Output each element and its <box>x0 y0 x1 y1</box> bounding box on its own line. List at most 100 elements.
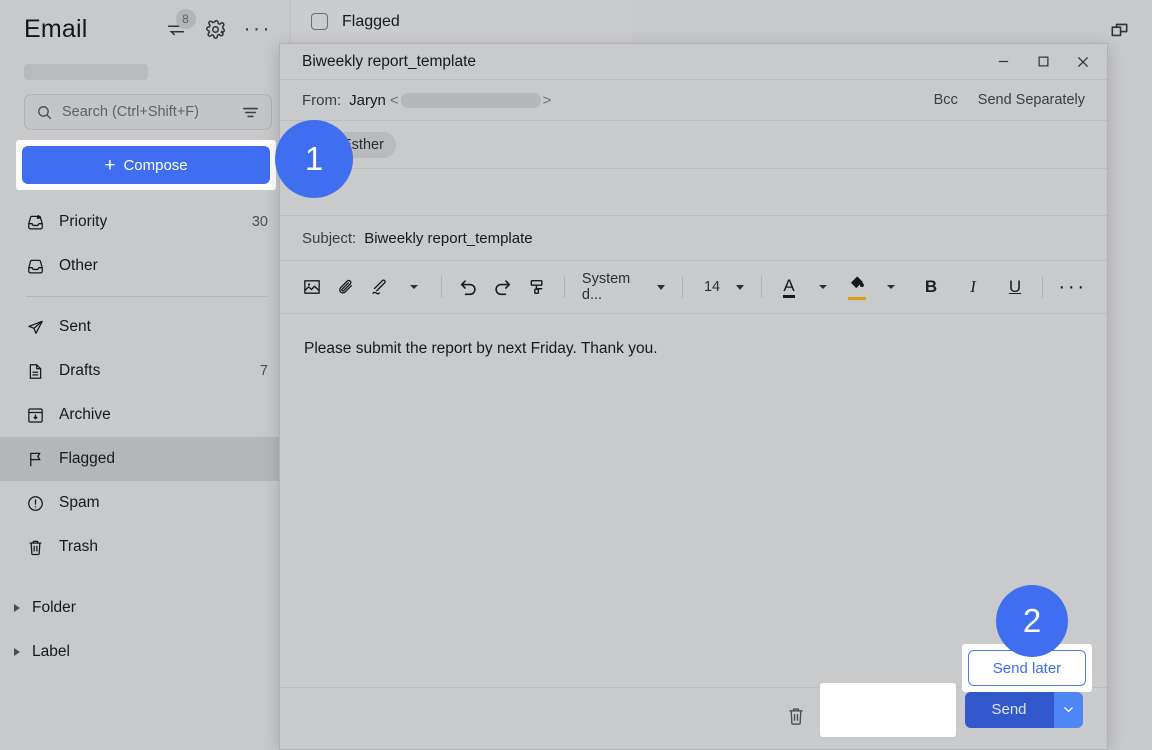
chevron-down-icon <box>657 285 665 290</box>
chevron-down-icon <box>736 285 744 290</box>
sidebar-group-label: Folder <box>32 599 76 617</box>
sidebar-item-other[interactable]: Other <box>0 244 290 288</box>
subject-row[interactable]: Subject: Biweekly report_template <box>280 216 1107 261</box>
sidebar-item-label: Other <box>59 257 98 275</box>
toolbar-divider <box>441 276 442 298</box>
signature-dropdown-icon[interactable] <box>398 270 430 304</box>
redo-icon[interactable] <box>487 270 519 304</box>
send-button-highlight <box>820 683 956 737</box>
sidebar-item-label: Flagged <box>59 450 115 468</box>
sidebar-header-actions: 8 ··· <box>165 18 272 40</box>
inbox-star-icon <box>26 213 45 232</box>
image-icon[interactable] <box>296 270 328 304</box>
email-app: Email 8 ··· <box>0 0 1152 750</box>
sidebar-item-label: Archive <box>59 406 111 424</box>
search-input[interactable]: Search (Ctrl+Shift+F) <box>24 94 272 130</box>
sidebar-item-count: 7 <box>260 363 268 379</box>
chevron-right-icon <box>14 604 20 612</box>
popout-window-icon[interactable] <box>1109 20 1130 41</box>
font-size-select[interactable]: 14 <box>694 271 750 303</box>
font-family-value: System d... <box>582 271 650 303</box>
signature-icon[interactable] <box>364 270 396 304</box>
from-address-redacted <box>401 93 541 108</box>
inbox-icon <box>26 257 45 276</box>
compose-window: Biweekly report_template From: Jaryn < >… <box>279 43 1108 750</box>
archive-icon <box>26 406 45 425</box>
account-placeholder-bar <box>24 64 148 80</box>
font-family-select[interactable]: System d... <box>576 271 671 303</box>
sidebar-item-priority[interactable]: Priority 30 <box>0 200 290 244</box>
sidebar-item-spam[interactable]: Spam <box>0 481 290 525</box>
window-controls <box>983 45 1103 79</box>
sidebar-header: Email 8 ··· <box>0 0 290 58</box>
from-sender-name: Jaryn <box>349 92 386 109</box>
search-icon <box>36 104 53 121</box>
compose-button[interactable]: + Compose <box>22 146 270 184</box>
sidebar-item-label: Trash <box>59 538 98 556</box>
sidebar-item-archive[interactable]: Archive <box>0 393 290 437</box>
sidebar-divider <box>26 296 268 297</box>
sidebar-nav: Priority 30 Other <box>0 200 290 674</box>
from-row-actions: Bcc Send Separately <box>934 92 1085 108</box>
sidebar-group-label: Label <box>32 643 70 661</box>
compose-titlebar[interactable]: Biweekly report_template <box>280 44 1107 80</box>
sidebar-item-label: Drafts <box>59 362 100 380</box>
filter-icon[interactable] <box>241 103 260 122</box>
sidebar-item-drafts[interactable]: Drafts 7 <box>0 349 290 393</box>
from-close-angle: > <box>543 92 552 109</box>
select-all-checkbox[interactable] <box>311 13 328 30</box>
more-formatting-icon[interactable]: ··· <box>1054 270 1091 304</box>
from-label: From: <box>302 92 341 109</box>
compose-button-label: Compose <box>123 157 187 174</box>
compose-footer: Send later Send <box>280 687 1107 749</box>
toolbar-divider <box>1042 276 1043 298</box>
minimize-button[interactable] <box>983 45 1023 79</box>
italic-button[interactable]: I <box>957 270 989 304</box>
font-color-dropdown-icon[interactable] <box>807 270 839 304</box>
message-list-header: Flagged <box>291 0 632 44</box>
bcc-button[interactable]: Bcc <box>934 92 958 108</box>
document-icon <box>26 362 45 381</box>
send-button[interactable]: Send <box>965 692 1053 728</box>
sidebar-group-label[interactable]: Label <box>0 630 290 674</box>
more-icon[interactable]: ··· <box>244 24 272 34</box>
app-title: Email <box>24 15 88 44</box>
chevron-down-icon <box>819 285 827 289</box>
toolbar-divider <box>682 276 683 298</box>
close-button[interactable] <box>1063 45 1103 79</box>
send-icon <box>26 318 45 337</box>
format-painter-icon[interactable] <box>521 270 553 304</box>
chevron-down-icon <box>410 285 418 289</box>
sidebar-item-trash[interactable]: Trash <box>0 525 290 569</box>
sidebar-item-flagged[interactable]: Flagged <box>0 437 290 481</box>
cc-row[interactable]: Cc: <box>280 169 1107 216</box>
plus-icon: + <box>104 156 115 175</box>
undo-icon[interactable] <box>453 270 485 304</box>
discard-draft-icon[interactable] <box>785 705 807 732</box>
message-body-editor[interactable]: Please submit the report by next Friday.… <box>280 314 1107 687</box>
highlight-dropdown-icon[interactable] <box>875 270 907 304</box>
sync-icon[interactable]: 8 <box>165 18 187 40</box>
underline-button[interactable]: U <box>999 270 1031 304</box>
gear-icon[interactable] <box>205 19 226 40</box>
sidebar-item-sent[interactable]: Sent <box>0 305 290 349</box>
font-color-button[interactable]: A <box>773 270 805 304</box>
sidebar: Email 8 ··· <box>0 0 290 750</box>
to-row[interactable]: To: Esther <box>280 121 1107 169</box>
highlight-color-button[interactable] <box>841 270 873 304</box>
bold-button[interactable]: B <box>915 270 947 304</box>
toolbar-divider <box>564 276 565 298</box>
maximize-button[interactable] <box>1023 45 1063 79</box>
chevron-down-icon <box>887 285 895 289</box>
alert-icon <box>26 494 45 513</box>
sidebar-group-folder[interactable]: Folder <box>0 586 290 630</box>
subject-value: Biweekly report_template <box>364 230 532 247</box>
sync-badge-count: 8 <box>176 9 196 29</box>
send-options-dropdown[interactable] <box>1053 692 1083 728</box>
send-separately-button[interactable]: Send Separately <box>978 92 1085 108</box>
chevron-right-icon <box>14 648 20 656</box>
message-body-text: Please submit the report by next Friday.… <box>304 340 1083 358</box>
font-color-glyph: A <box>783 277 794 298</box>
paperclip-icon[interactable] <box>330 270 362 304</box>
compose-window-title: Biweekly report_template <box>302 53 476 71</box>
